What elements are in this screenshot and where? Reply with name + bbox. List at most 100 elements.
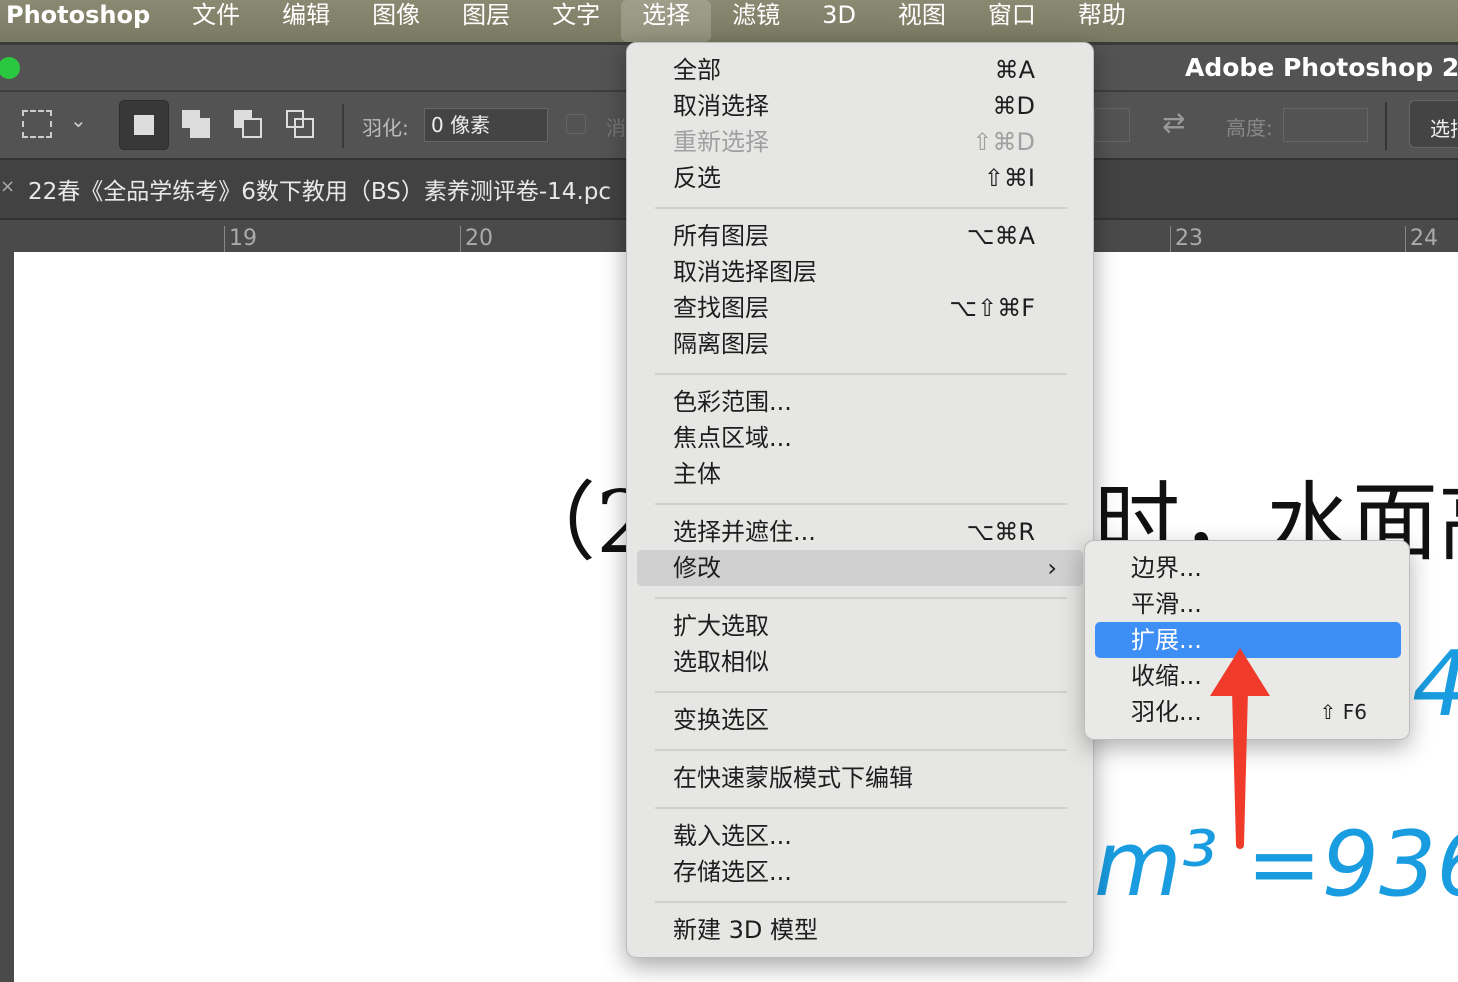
ruler-tick: 19 bbox=[224, 226, 257, 254]
menu-item[interactable]: 载入选区... bbox=[637, 818, 1083, 854]
menu-item-shortcut: ⇧⌘D bbox=[972, 128, 1035, 156]
select-menu-dropdown: 全部 ⌘A 取消选择 ⌘D 重新选择 ⇧⌘D 反选 ⇧⌘I 所有图层 ⌥⌘A 取消选择图层查找图层 ⌥… bbox=[626, 42, 1094, 958]
menu-separator bbox=[655, 207, 1067, 209]
menu-item-label: 选取相似 bbox=[673, 648, 769, 676]
menu-file[interactable]: 文件 bbox=[171, 0, 261, 42]
menu-item[interactable]: 存储选区... bbox=[637, 854, 1083, 890]
menu-item-label: 色彩范围... bbox=[673, 388, 792, 416]
menu-item-label: 隔离图层 bbox=[673, 330, 769, 358]
menu-item-label: 修改 bbox=[673, 554, 721, 582]
menu-separator bbox=[655, 691, 1067, 693]
submenu-item-label: 平滑... bbox=[1131, 590, 1202, 618]
menu-item-label: 焦点区域... bbox=[673, 424, 792, 452]
menu-item[interactable]: 新建 3D 模型 bbox=[637, 912, 1083, 948]
document-tab[interactable]: 22春《全品学练考》6数下教用（BS）素养测评卷-14.pc bbox=[28, 172, 611, 206]
menu-item[interactable]: 取消选择图层 bbox=[637, 254, 1083, 290]
submenu-item-shortcut: ⇧ F6 bbox=[1319, 700, 1367, 724]
feather-label: 羽化: bbox=[362, 116, 409, 140]
menu-separator bbox=[655, 749, 1067, 751]
menu-item[interactable]: 选取相似 bbox=[637, 644, 1083, 680]
ruler-tick: 24 bbox=[1405, 226, 1438, 254]
menu-item-label: 扩大选取 bbox=[673, 612, 769, 640]
menu-item-shortcut: ⇧⌘I bbox=[983, 164, 1035, 192]
submenu-item[interactable]: 平滑... bbox=[1095, 586, 1401, 622]
menu-item-shortcut: ⌘A bbox=[994, 56, 1035, 84]
height-label: 高度: bbox=[1226, 116, 1273, 140]
menu-item[interactable]: 变换选区 bbox=[637, 702, 1083, 738]
menu-item-label: 在快速蒙版模式下编辑 bbox=[673, 764, 913, 792]
menu-item-label: 取消选择 bbox=[673, 92, 769, 120]
swap-icon[interactable]: ⇄ bbox=[1162, 106, 1185, 139]
menu-separator bbox=[655, 597, 1067, 599]
menu-item-label: 重新选择 bbox=[673, 128, 769, 156]
menu-item[interactable]: 色彩范围... bbox=[637, 384, 1083, 420]
menu-help[interactable]: 帮助 bbox=[1057, 0, 1147, 42]
menu-3d[interactable]: 3D bbox=[801, 0, 877, 42]
add-selection-icon[interactable] bbox=[182, 110, 210, 138]
submenu-item-label: 收缩... bbox=[1131, 662, 1202, 690]
menu-separator bbox=[655, 373, 1067, 375]
menu-layer[interactable]: 图层 bbox=[441, 0, 531, 42]
vertical-ruler bbox=[0, 252, 14, 982]
menu-item-label: 存储选区... bbox=[673, 858, 792, 886]
menu-item[interactable]: 选择并遮住... ⌥⌘R bbox=[637, 514, 1083, 550]
menu-item[interactable]: 扩大选取 bbox=[637, 608, 1083, 644]
menu-edit[interactable]: 编辑 bbox=[261, 0, 351, 42]
select-and-mask-button[interactable]: 选拮 bbox=[1409, 100, 1458, 148]
menu-item[interactable]: 取消选择 ⌘D bbox=[637, 88, 1083, 124]
submenu-item-label: 边界... bbox=[1131, 554, 1202, 582]
feather-input[interactable]: 0 像素 bbox=[424, 108, 548, 142]
new-selection-button[interactable] bbox=[119, 100, 169, 150]
menu-item[interactable]: 修改 › bbox=[637, 550, 1083, 586]
marquee-tool-icon[interactable] bbox=[22, 110, 52, 138]
menu-item[interactable]: 隔离图层 bbox=[637, 326, 1083, 362]
menu-item-label: 新建 3D 模型 bbox=[673, 916, 819, 944]
antialias-label: 消 bbox=[606, 116, 626, 140]
menu-item[interactable]: 全部 ⌘A bbox=[637, 52, 1083, 88]
menu-item-shortcut: ⌥⌘A bbox=[966, 222, 1035, 250]
menu-item-label: 全部 bbox=[673, 56, 721, 84]
subtract-selection-icon[interactable] bbox=[234, 110, 262, 138]
zoom-window-button[interactable] bbox=[0, 57, 20, 79]
menu-photoshop[interactable]: Photoshop bbox=[0, 0, 171, 42]
width-input[interactable] bbox=[1094, 108, 1130, 142]
menu-item[interactable]: 在快速蒙版模式下编辑 bbox=[637, 760, 1083, 796]
menu-item-label: 所有图层 bbox=[673, 222, 769, 250]
handwriting: 4 bbox=[1412, 632, 1458, 737]
menu-item[interactable]: 重新选择 ⇧⌘D bbox=[637, 124, 1083, 160]
app-title: Adobe Photoshop 202 bbox=[1185, 53, 1458, 82]
menu-image[interactable]: 图像 bbox=[351, 0, 441, 42]
submenu-item-label: 羽化... bbox=[1131, 698, 1202, 726]
menu-bar: Photoshop 文件 编辑 图像 图层 文字 选择 滤镜 3D 视图 窗口 … bbox=[0, 0, 1458, 42]
menu-item[interactable]: 主体 bbox=[637, 456, 1083, 492]
menu-item[interactable]: 所有图层 ⌥⌘A bbox=[637, 218, 1083, 254]
menu-item-label: 主体 bbox=[673, 460, 721, 488]
menu-item-label: 载入选区... bbox=[673, 822, 792, 850]
antialias-checkbox[interactable] bbox=[566, 114, 586, 134]
menu-item[interactable]: 焦点区域... bbox=[637, 420, 1083, 456]
menu-item[interactable]: 查找图层 ⌥⇧⌘F bbox=[637, 290, 1083, 326]
menu-separator bbox=[655, 807, 1067, 809]
menu-separator bbox=[655, 901, 1067, 903]
divider bbox=[1385, 102, 1387, 150]
close-tab-icon[interactable]: × bbox=[0, 176, 15, 197]
height-input[interactable] bbox=[1283, 108, 1368, 142]
menu-item-label: 取消选择图层 bbox=[673, 258, 817, 286]
menu-type[interactable]: 文字 bbox=[531, 0, 621, 42]
menu-select[interactable]: 选择 bbox=[621, 0, 712, 42]
menu-item-shortcut: ⌘D bbox=[992, 92, 1035, 120]
ruler-tick: 20 bbox=[460, 226, 493, 254]
chevron-down-icon[interactable]: ⌄ bbox=[70, 108, 87, 132]
intersect-selection-icon[interactable] bbox=[286, 110, 314, 138]
menu-view[interactable]: 视图 bbox=[877, 0, 967, 42]
menu-filter[interactable]: 滤镜 bbox=[711, 0, 801, 42]
submenu-item[interactable]: 边界... bbox=[1095, 550, 1401, 586]
menu-item-label: 反选 bbox=[673, 164, 721, 192]
menu-item[interactable]: 反选 ⇧⌘I bbox=[637, 160, 1083, 196]
menu-item-label: 选择并遮住... bbox=[673, 518, 816, 546]
ruler-tick: 23 bbox=[1170, 226, 1203, 254]
menu-item-label: 变换选区 bbox=[673, 706, 769, 734]
red-arrow-annotation bbox=[1210, 648, 1270, 849]
menu-separator bbox=[655, 503, 1067, 505]
menu-window[interactable]: 窗口 bbox=[967, 0, 1057, 42]
